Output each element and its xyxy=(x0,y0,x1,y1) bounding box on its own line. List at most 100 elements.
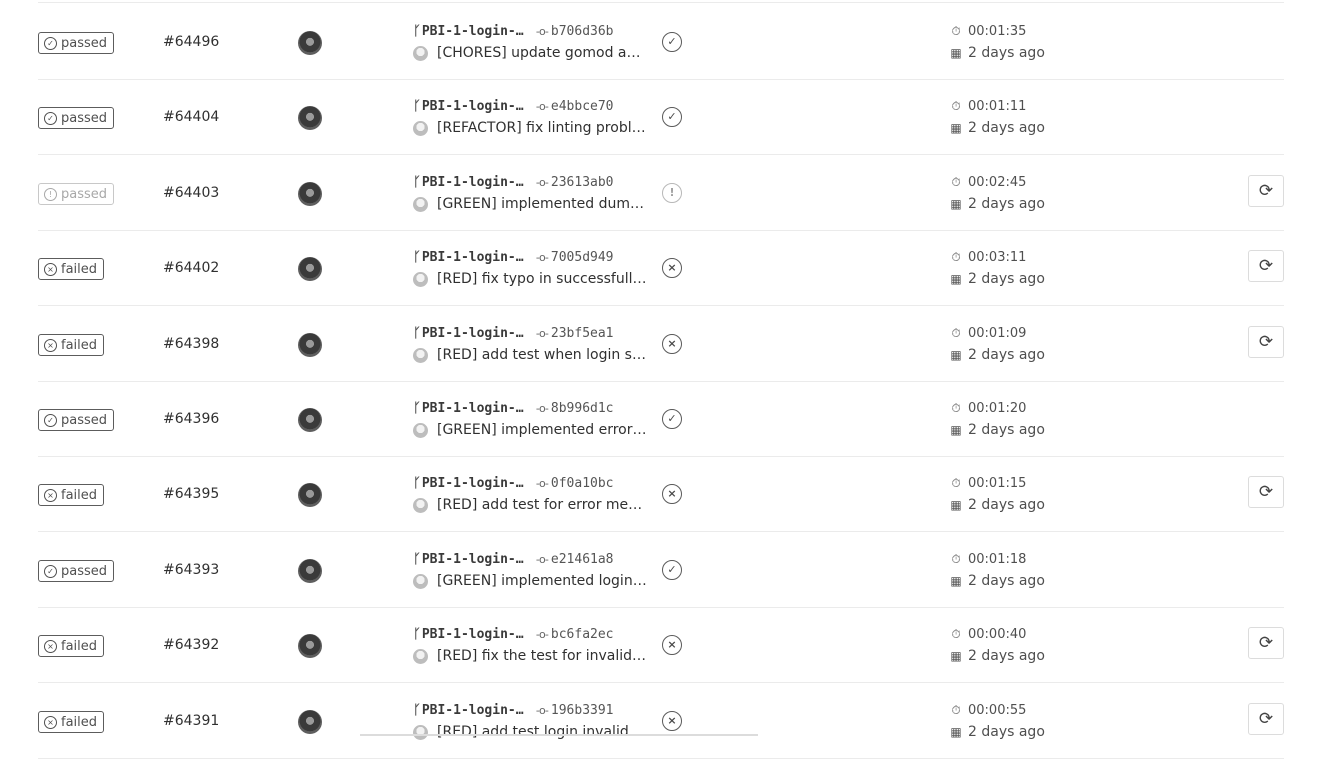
commit-message-link[interactable]: [RED] fix the test for invalid password xyxy=(437,648,649,664)
pipeline-id-link[interactable]: #64402 xyxy=(163,260,219,276)
commit-sha-link[interactable]: 196b3391 xyxy=(551,703,614,718)
status-badge[interactable]: ✓ passed xyxy=(38,409,115,431)
commit-sha-link[interactable]: e4bbce70 xyxy=(551,99,614,114)
avatar[interactable] xyxy=(298,257,322,281)
branch-link[interactable]: PBI-1-login-page xyxy=(422,99,530,114)
branch-link[interactable]: PBI-1-login-page xyxy=(422,703,530,718)
avatar[interactable] xyxy=(298,483,322,507)
commit-message-link[interactable]: [GREEN] implemented error message xyxy=(437,422,649,438)
pipeline-id-link[interactable]: #64403 xyxy=(163,185,219,201)
pipeline-id-link[interactable]: #64393 xyxy=(163,562,219,578)
status-badge[interactable]: ✓ passed xyxy=(38,32,115,54)
retry-button[interactable]: ⟳ xyxy=(1248,250,1284,282)
commit-icon: -o- xyxy=(535,627,549,641)
pipeline-finished: ▦ 2 days ago xyxy=(950,497,1045,513)
stage-status-icon[interactable]: × xyxy=(662,334,682,354)
commit-author-avatar[interactable] xyxy=(413,120,428,136)
commit-message-link[interactable]: [RED] add test when login success xyxy=(437,347,649,363)
retry-icon: ⟳ xyxy=(1258,256,1274,275)
stage-status-icon[interactable]: ✓ xyxy=(662,107,682,127)
status-badge[interactable]: × failed xyxy=(38,711,105,733)
status-badge[interactable]: × failed xyxy=(38,334,105,356)
avatar[interactable] xyxy=(298,710,322,734)
commit-sha-link[interactable]: b706d36b xyxy=(551,24,614,39)
commit-author-avatar[interactable] xyxy=(413,422,428,438)
commit-author-avatar[interactable] xyxy=(413,45,428,61)
status-badge[interactable]: ✓ passed xyxy=(38,560,115,582)
status-badge[interactable]: × failed xyxy=(38,484,105,506)
pipeline-id-link[interactable]: #64398 xyxy=(163,336,219,352)
finished-text: 2 days ago xyxy=(968,648,1045,664)
pipeline-id-link[interactable]: #64391 xyxy=(163,713,219,729)
commit-message-link[interactable]: [RED] fix typo in successfull login test xyxy=(437,271,649,287)
branch-link[interactable]: PBI-1-login-page xyxy=(422,250,530,265)
commit-icon: -o- xyxy=(535,326,549,340)
branch-link[interactable]: PBI-1-login-page xyxy=(422,476,530,491)
finished-text: 2 days ago xyxy=(968,120,1045,136)
avatar[interactable] xyxy=(298,634,322,658)
pipeline-id-link[interactable]: #64404 xyxy=(163,109,219,125)
commit-author-avatar[interactable] xyxy=(413,196,428,212)
commit-author-avatar[interactable] xyxy=(413,347,428,363)
commit-author-avatar[interactable] xyxy=(413,648,428,664)
commit-author-avatar[interactable] xyxy=(413,573,428,589)
commit-sha-link[interactable]: 8b996d1c xyxy=(551,401,614,416)
commit-sha-link[interactable]: bc6fa2ec xyxy=(551,627,614,642)
pipeline-id-link[interactable]: #64392 xyxy=(163,637,219,653)
branch-link[interactable]: PBI-1-login-page xyxy=(422,627,530,642)
branch-link[interactable]: PBI-1-login-page xyxy=(422,401,530,416)
stage-status-icon[interactable]: × xyxy=(662,484,682,504)
commit-author-avatar[interactable] xyxy=(413,724,428,740)
avatar[interactable] xyxy=(298,182,322,206)
status-badge[interactable]: × failed xyxy=(38,635,105,657)
status-failed-icon: × xyxy=(44,639,57,653)
branch-link[interactable]: PBI-1-login-page xyxy=(422,175,530,190)
calendar-icon: ▦ xyxy=(950,348,962,362)
commit-author-avatar[interactable] xyxy=(413,271,428,287)
stage-status-icon[interactable]: ! xyxy=(662,183,682,203)
stage-status-icon[interactable]: ✓ xyxy=(662,409,682,429)
commit-message-link[interactable]: [GREEN] implemented dummy login xyxy=(437,196,649,212)
commit-sha-link[interactable]: 0f0a10bc xyxy=(551,476,614,491)
commit-message-link[interactable]: [REFACTOR] fix linting problems xyxy=(437,120,649,136)
retry-button[interactable]: ⟳ xyxy=(1248,703,1284,735)
pipeline-id-link[interactable]: #64396 xyxy=(163,411,219,427)
branch-link[interactable]: PBI-1-login-page xyxy=(422,552,530,567)
avatar[interactable] xyxy=(298,408,322,432)
commit-sha-link[interactable]: 7005d949 xyxy=(551,250,614,265)
status-badge[interactable]: × failed xyxy=(38,258,105,280)
finished-text: 2 days ago xyxy=(968,573,1045,589)
stage-status-icon[interactable]: × xyxy=(662,258,682,278)
table-row: × failed #64391 ᚴ PBI-1-login-page -o- 1… xyxy=(38,683,1284,759)
avatar[interactable] xyxy=(298,106,322,130)
commit-sha-link[interactable]: 23613ab0 xyxy=(551,175,614,190)
table-row: ✓ passed #64393 ᚴ PBI-1-login-page -o- e… xyxy=(38,532,1284,608)
retry-button[interactable]: ⟳ xyxy=(1248,326,1284,358)
commit-author-avatar[interactable] xyxy=(413,497,428,513)
pipeline-id-link[interactable]: #64496 xyxy=(163,34,219,50)
status-badge[interactable]: ✓ passed xyxy=(38,107,115,129)
commit-sha-link[interactable]: e21461a8 xyxy=(551,552,614,567)
stage-status-icon[interactable]: ✓ xyxy=(662,32,682,52)
pipeline-id-link[interactable]: #64395 xyxy=(163,486,219,502)
commit-message-link[interactable]: [RED] add test for error message xyxy=(437,497,649,513)
retry-button[interactable]: ⟳ xyxy=(1248,627,1284,659)
avatar[interactable] xyxy=(298,333,322,357)
status-badge[interactable]: ! passed xyxy=(38,183,115,205)
commit-sha-link[interactable]: 23bf5ea1 xyxy=(551,326,614,341)
stage-status-icon[interactable]: × xyxy=(662,635,682,655)
commit-icon: -o- xyxy=(535,401,549,415)
avatar[interactable] xyxy=(298,559,322,583)
commit-message-link[interactable]: [GREEN] implemented login invalid xyxy=(437,573,649,589)
stage-status-icon[interactable]: ✓ xyxy=(662,560,682,580)
finished-text: 2 days ago xyxy=(968,724,1045,740)
retry-button[interactable]: ⟳ xyxy=(1248,476,1284,508)
branch-link[interactable]: PBI-1-login-page xyxy=(422,24,530,39)
avatar[interactable] xyxy=(298,31,322,55)
stage-status-icon[interactable]: × xyxy=(662,711,682,731)
finished-text: 2 days ago xyxy=(968,422,1045,438)
retry-button[interactable]: ⟳ xyxy=(1248,175,1284,207)
branch-link[interactable]: PBI-1-login-page xyxy=(422,326,530,341)
commit-message-link[interactable]: [CHORES] update gomod and go.sum xyxy=(437,45,649,61)
commit-message-link[interactable]: [RED] add test login invalid password xyxy=(437,724,649,740)
